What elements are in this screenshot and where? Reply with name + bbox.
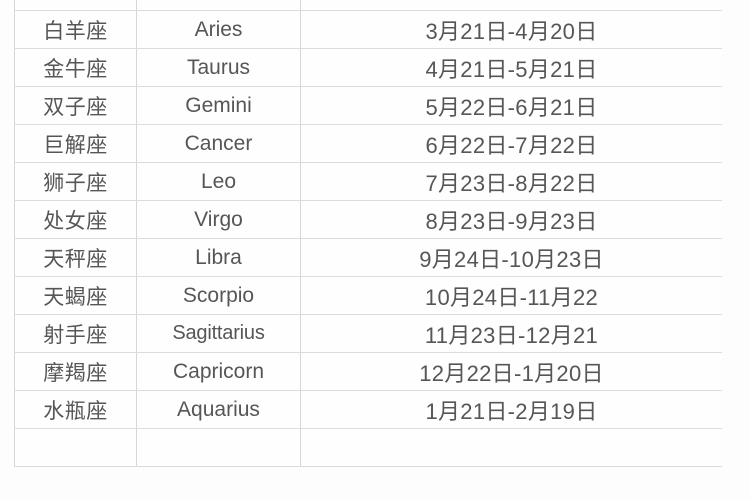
- table-row: 双子座 Gemini 5月22日-6月21日: [14, 86, 723, 125]
- cell-english-name: Sagittarius: [136, 314, 301, 353]
- cell-english-name: [136, 0, 301, 11]
- cell-english-name: Capricorn: [136, 352, 301, 391]
- cell-chinese-name: 天蝎座: [14, 276, 137, 315]
- cell-english-name: Cancer: [136, 124, 301, 163]
- screenshot-root: 白羊座 Aries 3月21日-4月20日 金牛座 Taurus 4月21日-5…: [0, 0, 750, 500]
- table-body: 白羊座 Aries 3月21日-4月20日 金牛座 Taurus 4月21日-5…: [14, 0, 723, 467]
- cell-english-name: Taurus: [136, 48, 301, 87]
- page-margin-left: [0, 0, 14, 500]
- page-margin-right: [722, 0, 750, 500]
- table-row-partial-top: [14, 0, 723, 11]
- cell-date-range: 10月24日-11月22: [300, 276, 723, 315]
- table-row: 天蝎座 Scorpio 10月24日-11月22: [14, 276, 723, 315]
- table-row: 水瓶座 Aquarius 1月21日-2月19日: [14, 390, 723, 429]
- cell-chinese-name: 处女座: [14, 200, 137, 239]
- cell-chinese-name: 狮子座: [14, 162, 137, 201]
- cell-chinese-name: 射手座: [14, 314, 137, 353]
- cell-date-range: [300, 428, 723, 467]
- cell-chinese-name: [14, 0, 137, 11]
- cell-chinese-name: 白羊座: [14, 10, 137, 49]
- cell-date-range: 4月21日-5月21日: [300, 48, 723, 87]
- cell-chinese-name: 金牛座: [14, 48, 137, 87]
- cell-english-name: Virgo: [136, 200, 301, 239]
- table-viewport: 白羊座 Aries 3月21日-4月20日 金牛座 Taurus 4月21日-5…: [0, 0, 750, 500]
- cell-english-name: Libra: [136, 238, 301, 277]
- cell-date-range: [300, 0, 723, 11]
- cell-chinese-name: 天秤座: [14, 238, 137, 277]
- cell-english-name: Aquarius: [136, 390, 301, 429]
- cell-chinese-name: 摩羯座: [14, 352, 137, 391]
- cell-chinese-name: 水瓶座: [14, 390, 137, 429]
- cell-date-range: 6月22日-7月22日: [300, 124, 723, 163]
- cell-english-name: Aries: [136, 10, 301, 49]
- zodiac-date-table: 白羊座 Aries 3月21日-4月20日 金牛座 Taurus 4月21日-5…: [14, 0, 723, 467]
- table-row-partial-bottom: [14, 428, 723, 467]
- table-row: 狮子座 Leo 7月23日-8月22日: [14, 162, 723, 201]
- table-row: 金牛座 Taurus 4月21日-5月21日: [14, 48, 723, 87]
- table-row: 处女座 Virgo 8月23日-9月23日: [14, 200, 723, 239]
- cell-chinese-name: 双子座: [14, 86, 137, 125]
- cell-date-range: 3月21日-4月20日: [300, 10, 723, 49]
- cell-date-range: 7月23日-8月22日: [300, 162, 723, 201]
- cell-chinese-name: [14, 428, 137, 467]
- cell-date-range: 1月21日-2月19日: [300, 390, 723, 429]
- table-row: 天秤座 Libra 9月24日-10月23日: [14, 238, 723, 277]
- cell-date-range: 5月22日-6月21日: [300, 86, 723, 125]
- cell-date-range: 9月24日-10月23日: [300, 238, 723, 277]
- table-row: 白羊座 Aries 3月21日-4月20日: [14, 10, 723, 49]
- cell-english-name: Gemini: [136, 86, 301, 125]
- cell-english-name: Leo: [136, 162, 301, 201]
- table-row: 巨解座 Cancer 6月22日-7月22日: [14, 124, 723, 163]
- cell-date-range: 12月22日-1月20日: [300, 352, 723, 391]
- cell-english-name: [136, 428, 301, 467]
- table-row: 射手座 Sagittarius 11月23日-12月21: [14, 314, 723, 353]
- cell-english-name: Scorpio: [136, 276, 301, 315]
- cell-date-range: 11月23日-12月21: [300, 314, 723, 353]
- cell-chinese-name: 巨解座: [14, 124, 137, 163]
- table-row: 摩羯座 Capricorn 12月22日-1月20日: [14, 352, 723, 391]
- cell-date-range: 8月23日-9月23日: [300, 200, 723, 239]
